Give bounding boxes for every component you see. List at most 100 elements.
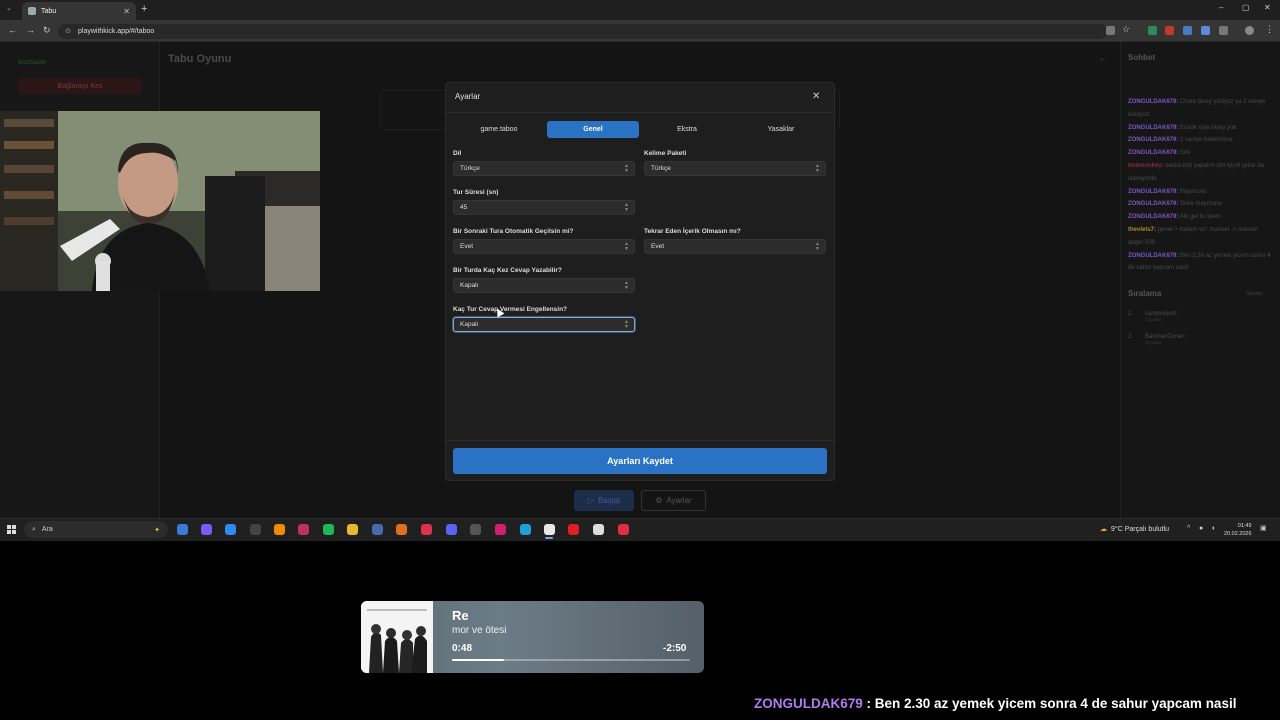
auto-next-select[interactable]: Evet ▲ ▼ <box>453 239 635 254</box>
modal-header <box>445 82 835 113</box>
chat-message-user[interactable]: ZONGULDAK679: <box>1128 253 1178 259</box>
chat-message-user[interactable]: thevlets7: <box>1128 227 1156 233</box>
extension-blue-icon[interactable] <box>1183 26 1192 35</box>
spotify-icon[interactable] <box>323 524 334 535</box>
page-back-icon[interactable]: ← <box>1098 53 1108 64</box>
stepper-icon[interactable]: ▲ ▼ <box>624 203 629 213</box>
chat-message-user[interactable]: ZONGULDAK679: <box>1128 99 1178 105</box>
block-rounds-select[interactable]: Kapalı ▲ ▼ <box>453 317 635 332</box>
weather-widget[interactable]: ☁ 9°C Parçalı bulutlu <box>1100 525 1169 534</box>
copilot-icon[interactable] <box>201 524 212 535</box>
tab-game-taboo[interactable]: game.taboo <box>453 121 545 138</box>
language-select[interactable]: Türkçe ▲ ▼ <box>453 161 635 176</box>
store-icon[interactable] <box>225 524 236 535</box>
tab-yasaklar[interactable]: Yasaklar <box>735 121 827 138</box>
window-close-icon[interactable]: ✕ <box>1264 3 1271 12</box>
discord-icon[interactable] <box>446 524 457 535</box>
chat-message-user[interactable]: ZONGULDAK679: <box>1128 137 1178 143</box>
site-info-icon[interactable]: ⊙ <box>65 27 71 35</box>
translate-icon[interactable] <box>1106 26 1115 35</box>
folder-icon[interactable] <box>347 524 358 535</box>
video-icon[interactable] <box>470 524 481 535</box>
select-chevron-icon: ▲ ▼ <box>815 163 820 174</box>
profile-avatar-icon[interactable] <box>1245 26 1254 35</box>
block-rounds-label: Kaç Tur Cevap Vermesi Engellensin? <box>453 306 568 313</box>
tab-list-chevron-icon[interactable]: ⌄ <box>6 4 12 12</box>
extension-translate-icon[interactable] <box>1201 26 1210 35</box>
app-orange-icon[interactable] <box>396 524 407 535</box>
chat-message: ZONGULDAK679: Abi gel bi öpem <box>1128 211 1274 224</box>
search-icon: ⌕ <box>32 525 36 533</box>
overlay-chat-text: : Ben 2.30 az yemek yicem sonra 4 de sah… <box>862 696 1237 711</box>
chat-message-user[interactable]: ZONGULDAK679: <box>1128 201 1178 207</box>
chat-message-text: Abi gel bi öpem <box>1178 214 1222 221</box>
new-tab-icon[interactable]: + <box>141 3 147 15</box>
url-field[interactable]: ⊙ playwithkick.app/#/taboo <box>58 24 1108 39</box>
chat-message: thevlets7: genel-> toplam tur: manuel ->… <box>1128 224 1274 250</box>
chat-message-user[interactable]: ZONGULDAK679: <box>1128 150 1178 156</box>
reload-icon[interactable]: ↻ <box>43 25 51 36</box>
ranking-show-button[interactable]: Göster <box>1246 291 1263 297</box>
chat-message-text: Ecede öyle bisey yok <box>1178 124 1237 131</box>
tab-genel[interactable]: Genel <box>547 121 639 138</box>
url-text: playwithkick.app/#/taboo <box>78 28 155 35</box>
maximize-icon[interactable]: ▢ <box>1242 3 1250 12</box>
word-pack-select[interactable]: Türkçe ▲ ▼ <box>644 161 826 176</box>
chrome-icon[interactable] <box>544 524 555 535</box>
vlc-icon[interactable] <box>274 524 285 535</box>
settings-button[interactable]: ⚙ Ayarlar <box>641 490 706 511</box>
media-icon[interactable] <box>298 524 309 535</box>
music-icon[interactable] <box>421 524 432 535</box>
tab-ekstra[interactable]: Ekstra <box>641 121 733 138</box>
app-pink-icon[interactable] <box>495 524 506 535</box>
modal-divider <box>445 440 835 441</box>
extension-shield-icon[interactable] <box>1148 26 1157 35</box>
modal-close-icon[interactable]: ✕ <box>812 91 820 102</box>
start-button[interactable]: ▷ Başlat <box>574 490 634 511</box>
tab-close-icon[interactable]: ✕ <box>123 7 130 16</box>
bookmark-star-icon[interactable]: ☆ <box>1122 24 1131 34</box>
overlay-chat-message: ZONGULDAK679 : Ben 2.30 az yemek yicem s… <box>754 696 1236 711</box>
mail-icon[interactable] <box>177 524 188 535</box>
answers-per-round-select[interactable]: Kapalı ▲ ▼ <box>453 278 635 293</box>
chat-message-user[interactable]: ZONGULDAK679: <box>1128 125 1178 131</box>
chat-message: ZONGULDAK679: Sirk <box>1128 147 1274 160</box>
obs-icon[interactable] <box>593 524 604 535</box>
copilot-sparkle-icon: ✦ <box>154 526 160 534</box>
back-icon[interactable]: ← <box>8 25 17 35</box>
round-duration-input[interactable]: 45 ▲ ▼ <box>453 200 635 215</box>
browser-tab-title: Tabu <box>41 7 57 15</box>
chat-message-user[interactable]: bobmonkey: <box>1128 163 1164 169</box>
edge-icon[interactable] <box>520 524 531 535</box>
system-clock[interactable]: 01:49 20.02.2026 <box>1224 522 1252 538</box>
taskbar-search[interactable]: ⌕ Ara ✦ <box>24 521 168 538</box>
opera-icon[interactable] <box>568 524 579 535</box>
notification-icon[interactable]: ▣ <box>1260 524 1267 532</box>
extensions-puzzle-icon[interactable] <box>1219 26 1228 35</box>
chat-message-user[interactable]: ZONGULDAK679: <box>1128 214 1178 220</box>
chat-message-text: 2 saniye beklemiyor <box>1178 137 1234 144</box>
tray-chevron-icon[interactable]: ^ <box>1187 525 1190 532</box>
extension-pdf-icon[interactable] <box>1165 26 1174 35</box>
save-settings-button[interactable]: Ayarları Kaydet <box>453 448 827 474</box>
language-value: Türkçe <box>460 165 480 172</box>
microphone-icon[interactable]: ● <box>1199 525 1203 532</box>
record-icon[interactable] <box>618 524 629 535</box>
volume-icon[interactable]: ◖ <box>1211 525 1215 532</box>
forward-icon[interactable]: → <box>26 25 35 35</box>
answers-per-round-value: Kapalı <box>460 282 479 289</box>
start-menu-icon[interactable] <box>7 525 16 534</box>
no-repeat-select[interactable]: Evet ▲ ▼ <box>644 239 826 254</box>
chat-message-user[interactable]: ZONGULDAK679: <box>1128 189 1178 195</box>
minimize-icon[interactable]: – <box>1219 3 1223 12</box>
browser-tab[interactable]: Tabu ✕ <box>22 2 136 20</box>
browser-menu-icon[interactable]: ⋮ <box>1265 24 1274 34</box>
select-chevron-icon: ▲ ▼ <box>624 241 629 252</box>
track-artist: mor ve ötesi <box>452 625 507 636</box>
ranking-rank: 1. <box>1128 311 1134 317</box>
chat-messages: ZONGULDAK679: Chate bisey yaziyoz ya 2 s… <box>1128 96 1274 275</box>
terminal-icon[interactable] <box>250 524 261 535</box>
wifi-app-icon[interactable] <box>372 524 383 535</box>
chat-message-text: Sirke maymunu <box>1178 201 1222 208</box>
disconnect-button[interactable]: Bağlantıyı Kes <box>18 78 142 94</box>
